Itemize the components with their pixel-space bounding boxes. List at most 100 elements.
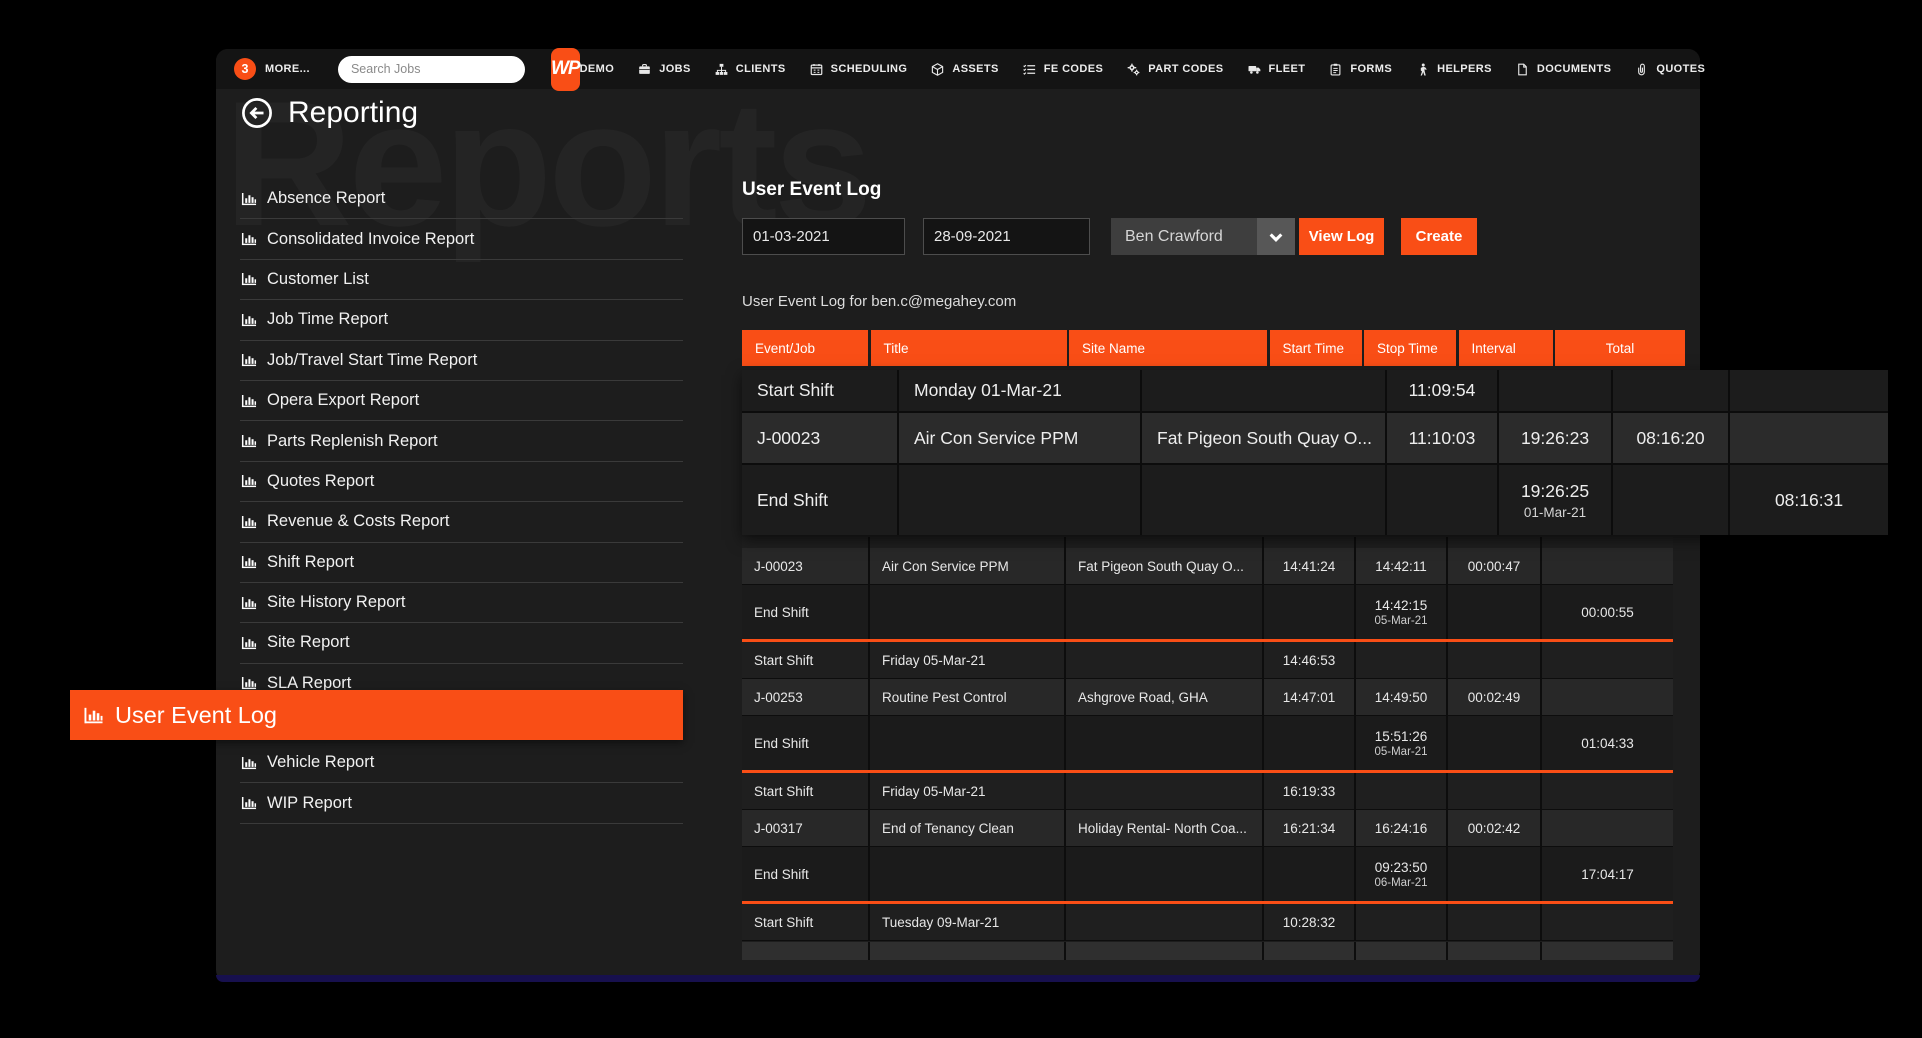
table-row[interactable]: J-00317 End of Tenancy Clean Holiday Ren… xyxy=(742,810,1673,847)
cell-stop xyxy=(1497,370,1611,411)
cell-total xyxy=(1540,904,1673,940)
view-log-button[interactable]: View Log xyxy=(1299,218,1384,255)
table-row[interactable]: J-00253 Routine Pest Control Ashgrove Ro… xyxy=(742,679,1673,716)
report-list-item[interactable]: Parts Replenish Report xyxy=(240,421,683,461)
cell-start: 11:09:54 xyxy=(1385,370,1497,411)
list-check-icon xyxy=(1022,62,1037,77)
report-list-item[interactable]: WIP Report xyxy=(240,783,683,823)
magnified-table-row: J-00023 Air Con Service PPM Fat Pigeon S… xyxy=(742,413,1888,465)
cell-interval: 00:02:49 xyxy=(1446,679,1540,715)
cell-start xyxy=(1262,716,1354,770)
nav-item-label: QUOTES xyxy=(1656,63,1705,75)
cell-title: Air Con Service PPM xyxy=(868,548,1064,584)
report-list-item[interactable]: Quotes Report xyxy=(240,462,683,502)
nav-item-label: JOBS xyxy=(659,63,691,75)
report-list-item[interactable]: Job/Travel Start Time Report xyxy=(240,341,683,381)
table-header-cell: Title xyxy=(871,330,1067,366)
cell-title: Routine Pest Control xyxy=(868,679,1064,715)
nav-item[interactable]: HELPERS xyxy=(1415,62,1492,77)
table-row[interactable]: Start Shift Tuesday 09-Mar-21 10:28:32 xyxy=(742,904,1673,941)
bar-chart-icon xyxy=(240,553,258,571)
table-row[interactable]: Start Shift Friday 05-Mar-21 16:19:33 xyxy=(742,773,1673,810)
report-list-item[interactable]: Customer List xyxy=(240,260,683,300)
report-list-item[interactable]: Absence Report xyxy=(240,179,683,219)
active-report-label: User Event Log xyxy=(115,702,277,729)
nav-item[interactable]: ASSETS xyxy=(930,62,998,77)
table-header-cell: Stop Time xyxy=(1364,330,1456,366)
nav-item[interactable]: FLEET xyxy=(1247,62,1306,77)
table-header-cell: Interval xyxy=(1459,330,1553,366)
nav-item[interactable]: FE CODES xyxy=(1022,62,1103,77)
nav-item[interactable]: DOCUMENTS xyxy=(1515,62,1612,77)
search-input[interactable] xyxy=(338,56,525,83)
nav-item-label: FE CODES xyxy=(1044,63,1103,75)
cell-title: Tuesday 09-Mar-21 xyxy=(868,904,1064,940)
create-button[interactable]: Create xyxy=(1401,218,1477,255)
table-row[interactable]: End Shift 09:23:50 06-Mar-21 17:04:17 xyxy=(742,847,1673,904)
nav-item[interactable]: PART CODES xyxy=(1126,62,1223,77)
truck-icon xyxy=(1247,62,1262,77)
report-list-item[interactable]: Consolidated Invoice Report xyxy=(240,219,683,259)
more-menu[interactable]: 3 MORE... xyxy=(234,58,310,80)
report-list-item[interactable]: Opera Export Report xyxy=(240,381,683,421)
nav-item[interactable]: SCHEDULING xyxy=(809,62,908,77)
cell-event: End Shift xyxy=(742,716,868,770)
cell-event: J-00317 xyxy=(742,810,868,846)
report-list-item-label: Job/Travel Start Time Report xyxy=(267,351,477,370)
nav-item-label: ASSETS xyxy=(952,63,998,75)
cell-start: 10:28:32 xyxy=(1262,904,1354,940)
report-list-item[interactable]: Site History Report xyxy=(240,583,683,623)
app-window: Reports 3 MORE... WP DEMO JOBS CLIENTS xyxy=(216,49,1700,982)
nav-item-label: DOCUMENTS xyxy=(1537,63,1612,75)
cell-interval xyxy=(1446,585,1540,639)
filter-bar: Ben Crawford View Log Create xyxy=(742,218,1477,255)
user-select[interactable]: Ben Crawford xyxy=(1111,218,1295,255)
report-list-item[interactable]: Site Report xyxy=(240,623,683,663)
report-list-item[interactable]: Job Time Report xyxy=(240,300,683,340)
calendar-icon xyxy=(809,62,824,77)
nav-item[interactable]: QUOTES xyxy=(1634,62,1705,77)
report-list-item-label: Site History Report xyxy=(267,593,405,612)
nav-item-label: DEMO xyxy=(580,63,615,75)
cell-event: J-00023 xyxy=(742,548,868,584)
report-list-item-label: Revenue & Costs Report xyxy=(267,512,450,531)
bar-chart-icon xyxy=(240,472,258,490)
cell-total xyxy=(1728,370,1888,411)
cell-event: Start Shift xyxy=(742,642,868,678)
cell-start: 14:46:53 xyxy=(1262,642,1354,678)
report-list-item[interactable]: Vehicle Report xyxy=(240,743,683,783)
nav-item[interactable]: CLIENTS xyxy=(714,62,786,77)
app-logo[interactable]: WP xyxy=(551,48,580,91)
nav-item[interactable]: DEMO xyxy=(580,63,615,75)
cube-icon xyxy=(930,62,945,77)
back-button[interactable] xyxy=(240,96,274,130)
cell-total xyxy=(1728,413,1888,463)
table-header-cell: Total xyxy=(1555,330,1685,366)
cell-stop: 15:51:26 05-Mar-21 xyxy=(1354,716,1446,770)
table-row[interactable]: End Shift 15:51:26 05-Mar-21 01:04:33 xyxy=(742,716,1673,773)
table-rows: J-00023 Air Con Service PPM Fat Pigeon S… xyxy=(742,548,1673,941)
table-row[interactable]: End Shift 14:42:15 05-Mar-21 00:00:55 xyxy=(742,585,1673,642)
nav-item[interactable]: FORMS xyxy=(1328,62,1392,77)
nav-item[interactable]: JOBS xyxy=(637,62,691,77)
report-list-item-label: Customer List xyxy=(267,270,369,289)
cell-stop-date: 01-Mar-21 xyxy=(1524,505,1586,520)
date-from-input[interactable] xyxy=(742,218,905,255)
person-icon xyxy=(1415,62,1430,77)
cell-stop: 14:42:15 05-Mar-21 xyxy=(1354,585,1446,639)
report-list-item-active[interactable]: User Event Log xyxy=(70,690,683,740)
report-list-item[interactable]: Shift Report xyxy=(240,543,683,583)
cell-site: Ashgrove Road, GHA xyxy=(1064,679,1262,715)
more-label: MORE... xyxy=(265,63,310,75)
report-list-item[interactable]: Revenue & Costs Report xyxy=(240,502,683,542)
magnified-rows-overlay: Start Shift Monday 01-Mar-21 11:09:54 J-… xyxy=(742,370,1888,535)
table-row[interactable]: J-00023 Air Con Service PPM Fat Pigeon S… xyxy=(742,548,1673,585)
cell-event: Start Shift xyxy=(742,904,868,940)
cell-interval xyxy=(1611,370,1728,411)
chevron-down-icon xyxy=(1257,218,1295,255)
cell-interval xyxy=(1446,716,1540,770)
cell-stop xyxy=(1354,642,1446,678)
date-to-input[interactable] xyxy=(923,218,1090,255)
table-header-cell: Site Name xyxy=(1069,330,1267,366)
table-row[interactable]: Start Shift Friday 05-Mar-21 14:46:53 xyxy=(742,642,1673,679)
